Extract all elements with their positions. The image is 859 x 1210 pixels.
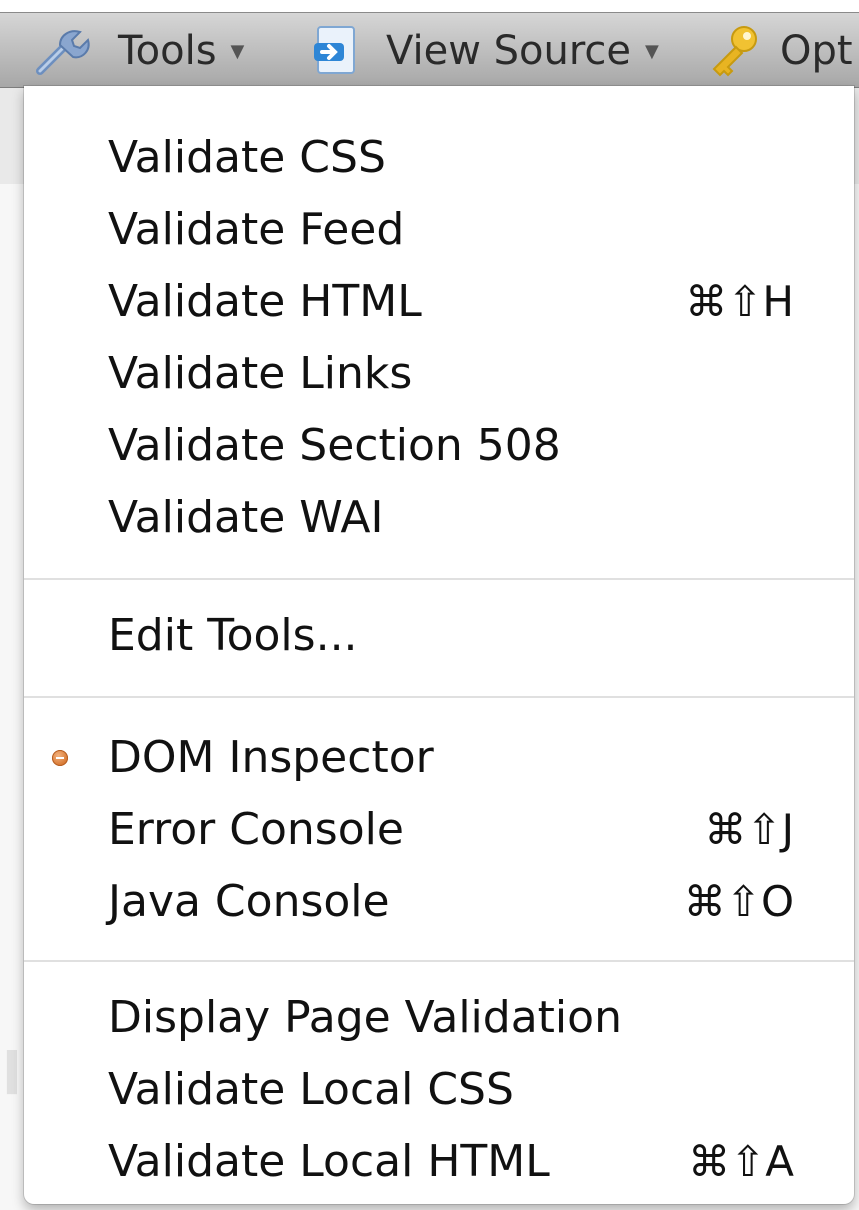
chevron-down-icon: ▼ <box>230 40 245 62</box>
menu-item-validate-section-508[interactable]: Validate Section 508 <box>24 410 854 482</box>
menu-item-java-console[interactable]: Java Console ⌘⇧O <box>24 866 854 938</box>
web-developer-toolbar: Tools ▼ View Source ▼ Opt <box>0 12 859 88</box>
tools-dropdown-menu: Validate CSS Validate Feed Validate HTML… <box>24 86 854 1204</box>
menu-item-label: Validate WAI <box>108 492 384 543</box>
menu-item-dom-inspector[interactable]: DOM Inspector <box>24 722 854 794</box>
menu-item-shortcut: ⌘⇧H <box>685 277 794 326</box>
menu-item-label: Display Page Validation <box>108 992 622 1043</box>
menu-item-validate-wai[interactable]: Validate WAI <box>24 482 854 554</box>
options-menu-button[interactable]: Opt <box>706 13 853 87</box>
menu-item-validate-links[interactable]: Validate Links <box>24 338 854 410</box>
options-menu-label: Opt <box>780 28 853 74</box>
menu-item-label: Edit Tools... <box>108 610 358 661</box>
menu-separator <box>24 696 854 698</box>
key-icon <box>706 23 762 79</box>
menu-item-label: Validate Feed <box>108 204 405 255</box>
menu-item-edit-tools[interactable]: Edit Tools... <box>24 600 854 672</box>
view-source-menu-button[interactable]: View Source ▼ <box>312 13 659 87</box>
menu-item-label: Validate Section 508 <box>108 420 561 471</box>
tools-menu-label: Tools <box>118 28 217 74</box>
menu-item-shortcut: ⌘⇧J <box>704 805 794 854</box>
menu-item-label: Validate Local CSS <box>108 1064 514 1115</box>
menu-item-validate-css[interactable]: Validate CSS <box>24 122 854 194</box>
menu-item-display-page-validation[interactable]: Display Page Validation <box>24 982 854 1054</box>
menu-item-label: Validate HTML <box>108 276 422 327</box>
menu-item-validate-html[interactable]: Validate HTML ⌘⇧H <box>24 266 854 338</box>
menu-separator <box>24 578 854 580</box>
menu-item-label: Error Console <box>108 804 404 855</box>
document-arrow-icon <box>312 23 364 79</box>
menu-item-shortcut: ⌘⇧O <box>683 877 794 926</box>
chevron-down-icon: ▼ <box>645 40 659 62</box>
menu-item-error-console[interactable]: Error Console ⌘⇧J <box>24 794 854 866</box>
menu-item-validate-feed[interactable]: Validate Feed <box>24 194 854 266</box>
menu-item-validate-local-css[interactable]: Validate Local CSS <box>24 1054 854 1126</box>
menu-item-validate-local-html[interactable]: Validate Local HTML ⌘⇧A <box>24 1126 854 1198</box>
dot-icon <box>52 750 68 766</box>
wrench-icon <box>30 25 94 77</box>
menu-item-label: Validate Local HTML <box>108 1136 550 1187</box>
menu-item-label: DOM Inspector <box>108 732 434 783</box>
menu-item-label: Java Console <box>108 876 390 927</box>
tools-menu-button[interactable]: Tools ▼ <box>30 13 245 87</box>
view-source-menu-label: View Source <box>386 28 632 74</box>
menu-item-label: Validate CSS <box>108 132 386 183</box>
menu-separator <box>24 960 854 962</box>
menu-item-shortcut: ⌘⇧A <box>688 1137 794 1186</box>
menu-item-label: Validate Links <box>108 348 413 399</box>
